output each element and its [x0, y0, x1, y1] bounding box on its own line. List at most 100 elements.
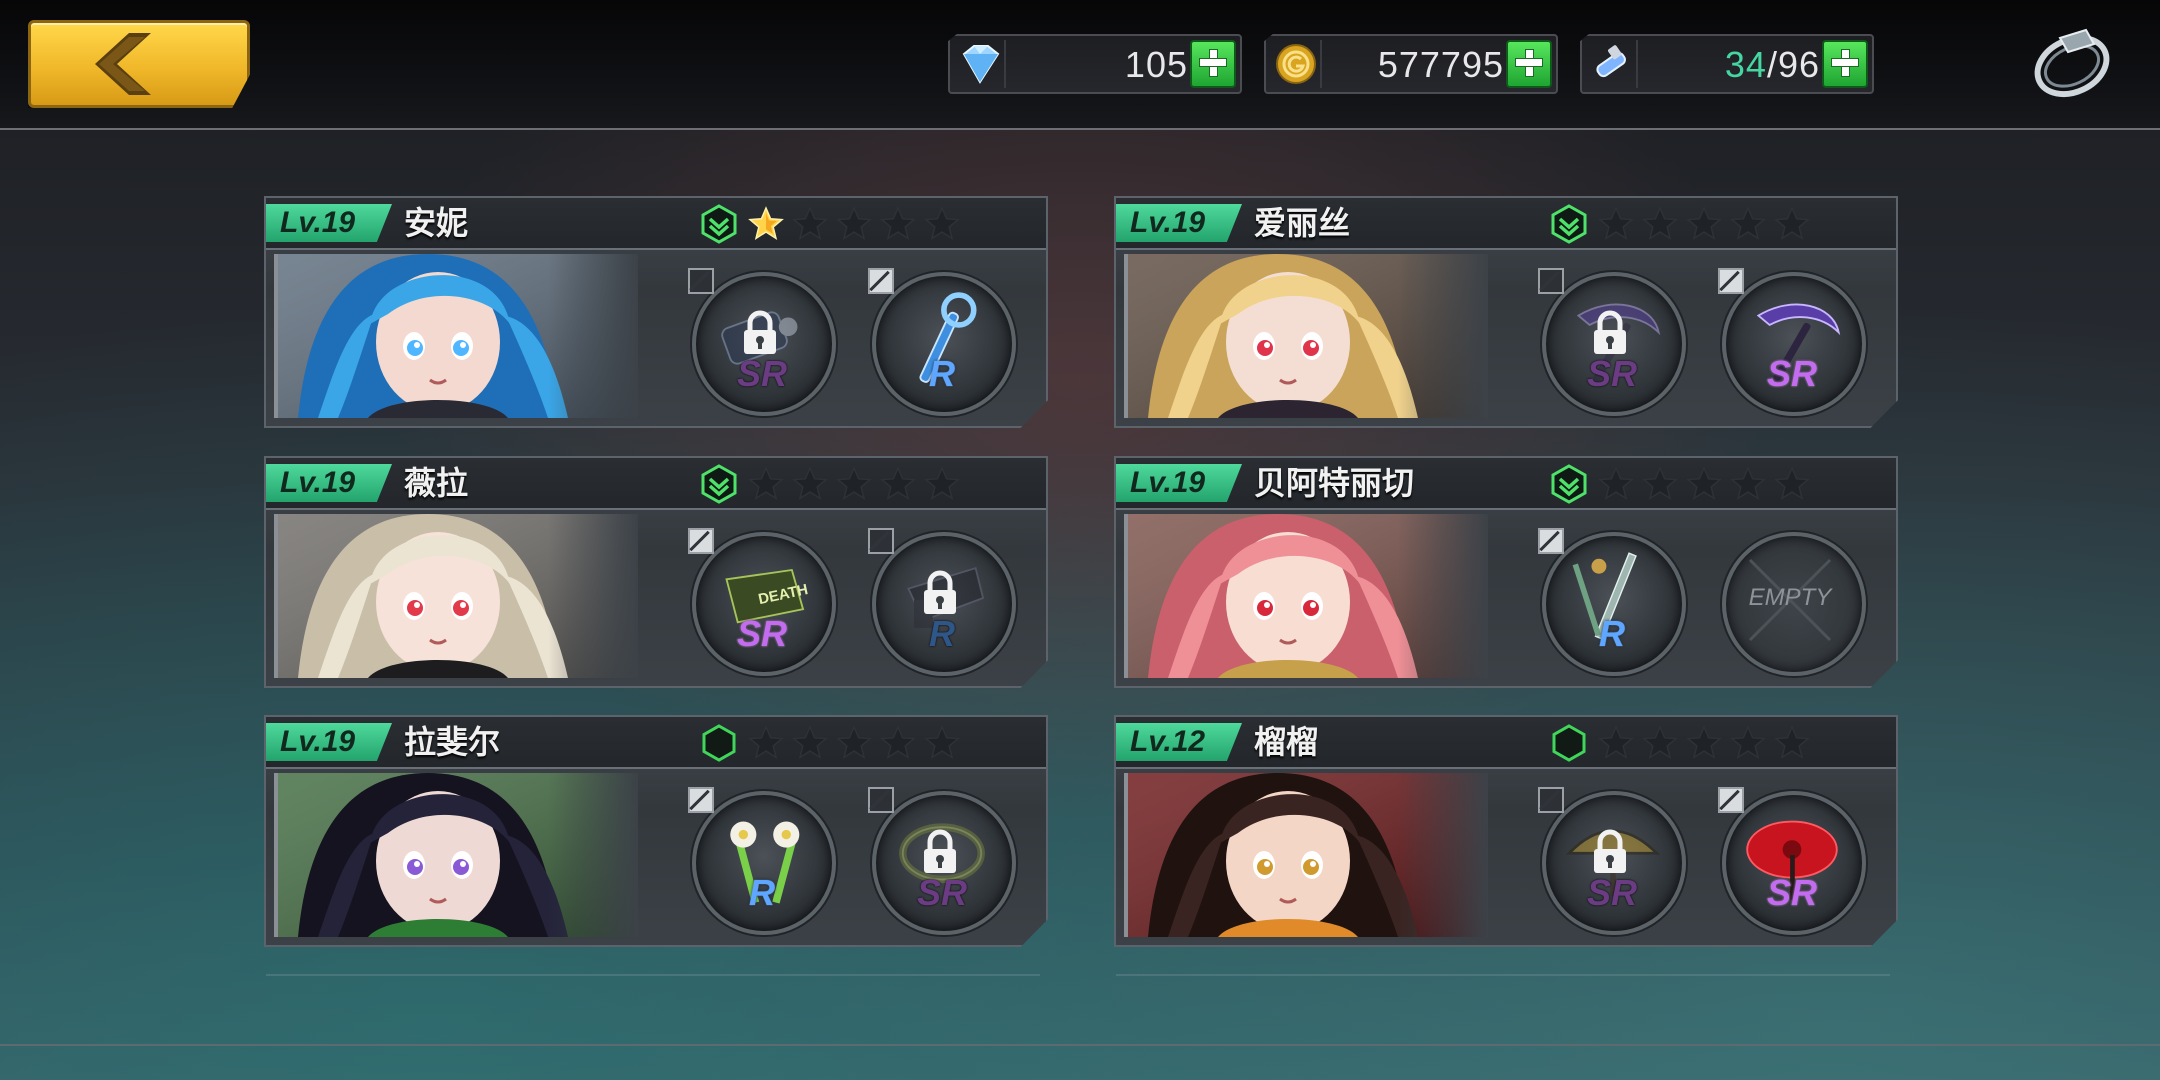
- weapon-slot[interactable]: R: [868, 268, 1016, 416]
- star-empty-icon: [1774, 725, 1810, 760]
- equip-toggle-icon: [1538, 268, 1564, 294]
- lock-icon: [1594, 310, 1626, 354]
- star-empty-icon: [1598, 206, 1634, 241]
- lock-icon: [924, 829, 956, 873]
- star-rating: [748, 725, 960, 761]
- weapon-slot[interactable]: R: [1538, 528, 1686, 676]
- stamina-value: 34/96: [1725, 44, 1820, 86]
- bottom-border: [0, 1044, 2160, 1046]
- add-stamina-button[interactable]: [1822, 40, 1868, 88]
- weapon-rarity-label: SR: [916, 872, 967, 913]
- weapon-slot-empty[interactable]: EMPTY: [1722, 532, 1866, 676]
- star-rating: [1598, 725, 1810, 761]
- card-header: Lv.12 榴榴: [1116, 717, 1896, 769]
- weapon-slot[interactable]: DEATH SR: [688, 528, 836, 676]
- weapon-slot[interactable]: SR: [1538, 268, 1686, 416]
- weapon-rarity-label: R: [929, 353, 955, 394]
- upgrade-available-icon: [1551, 204, 1587, 244]
- stamina-counter: 34/96: [1580, 34, 1874, 94]
- star-empty-icon: [1642, 206, 1678, 241]
- weapon-slot[interactable]: SR: [688, 268, 836, 416]
- stamina-current: 34: [1724, 44, 1767, 85]
- star-rating: [748, 206, 960, 242]
- list-divider: [1116, 974, 1890, 976]
- star-rating: [1598, 206, 1810, 242]
- character-name: 薇拉: [404, 465, 469, 501]
- character-card[interactable]: Lv.19 爱丽丝 SR SR: [1114, 196, 1898, 428]
- character-name: 爱丽丝: [1254, 205, 1351, 241]
- star-filled-icon: [748, 206, 784, 241]
- star-empty-icon: [792, 466, 828, 501]
- star-empty-icon: [1730, 725, 1766, 760]
- equip-toggle-icon: [688, 268, 714, 294]
- equip-toggle-icon: [868, 787, 894, 813]
- ring-menu-button[interactable]: [2030, 26, 2114, 102]
- weapon-slot[interactable]: SR: [1718, 787, 1866, 935]
- character-card[interactable]: Lv.19 贝阿特丽切 R EMPTY: [1114, 456, 1898, 688]
- character-portrait[interactable]: [274, 514, 638, 678]
- equip-toggle-icon: [1538, 787, 1564, 813]
- weapon-rarity-label: R: [749, 872, 775, 913]
- star-empty-icon: [1686, 206, 1722, 241]
- character-portrait[interactable]: [1124, 514, 1488, 678]
- level-tag: Lv.19: [266, 723, 392, 761]
- card-header: Lv.19 贝阿特丽切: [1116, 458, 1896, 510]
- diamond-icon: [956, 40, 1006, 88]
- portrait-fade: [1398, 514, 1488, 678]
- star-empty-icon: [1642, 466, 1678, 501]
- character-portrait[interactable]: [274, 773, 638, 937]
- portrait-fade: [548, 514, 638, 678]
- character-portrait[interactable]: [1124, 254, 1488, 418]
- hexagon-badge-icon: [1552, 724, 1586, 762]
- character-card[interactable]: Lv.12 榴榴 SR SR: [1114, 715, 1898, 947]
- weapon-slot[interactable]: R: [688, 787, 836, 935]
- level-tag: Lv.19: [1116, 204, 1242, 242]
- portrait-fade: [1398, 254, 1488, 418]
- star-empty-icon: [924, 206, 960, 241]
- stamina-vial-icon: [1588, 40, 1638, 88]
- weapon-slot[interactable]: SR: [1538, 787, 1686, 935]
- character-portrait[interactable]: [274, 254, 638, 418]
- card-header: Lv.19 爱丽丝: [1116, 198, 1896, 250]
- character-name: 安妮: [404, 205, 469, 241]
- gold-counter: 577795: [1264, 34, 1558, 94]
- star-empty-icon: [748, 466, 784, 501]
- portrait-fade: [548, 773, 638, 937]
- lock-icon: [744, 310, 776, 354]
- lock-icon: [924, 570, 956, 614]
- level-tag: Lv.19: [266, 204, 392, 242]
- weapon-slot[interactable]: SR: [1718, 268, 1866, 416]
- upgrade-available-icon: [701, 464, 737, 504]
- star-rating: [1598, 466, 1810, 502]
- gems-value: 105: [1124, 44, 1188, 85]
- character-card[interactable]: Lv.19 安妮 SR R: [264, 196, 1048, 428]
- equip-toggle-icon: [688, 528, 714, 554]
- level-tag: Lv.19: [1116, 464, 1242, 502]
- level-tag: Lv.19: [266, 464, 392, 502]
- equip-toggle-icon: [868, 268, 894, 294]
- level-tag: Lv.12: [1116, 723, 1242, 761]
- star-empty-icon: [1730, 466, 1766, 501]
- back-button[interactable]: [28, 20, 250, 108]
- star-empty-icon: [880, 206, 916, 241]
- weapon-rarity-label: R: [929, 613, 955, 654]
- character-card[interactable]: Lv.19 薇拉 DEATH SR R: [264, 456, 1048, 688]
- gems-counter: 105: [948, 34, 1242, 94]
- stamina-max: /96: [1766, 44, 1820, 85]
- add-gold-button[interactable]: [1506, 40, 1552, 88]
- star-empty-icon: [836, 725, 872, 760]
- portrait-fade: [548, 254, 638, 418]
- weapon-slot[interactable]: SR: [868, 787, 1016, 935]
- star-empty-icon: [836, 466, 872, 501]
- weapon-rarity-label: SR: [736, 353, 787, 394]
- equip-toggle-icon: [688, 787, 714, 813]
- star-empty-icon: [1642, 725, 1678, 760]
- star-empty-icon: [836, 206, 872, 241]
- weapon-rarity-label: SR: [1586, 872, 1637, 913]
- star-empty-icon: [1686, 725, 1722, 760]
- character-portrait[interactable]: [1124, 773, 1488, 937]
- add-gems-button[interactable]: [1190, 40, 1236, 88]
- character-card[interactable]: Lv.19 拉斐尔 R SR: [264, 715, 1048, 947]
- weapon-slot[interactable]: R: [868, 528, 1016, 676]
- top-bar: 105 577795 34/96: [0, 0, 2160, 130]
